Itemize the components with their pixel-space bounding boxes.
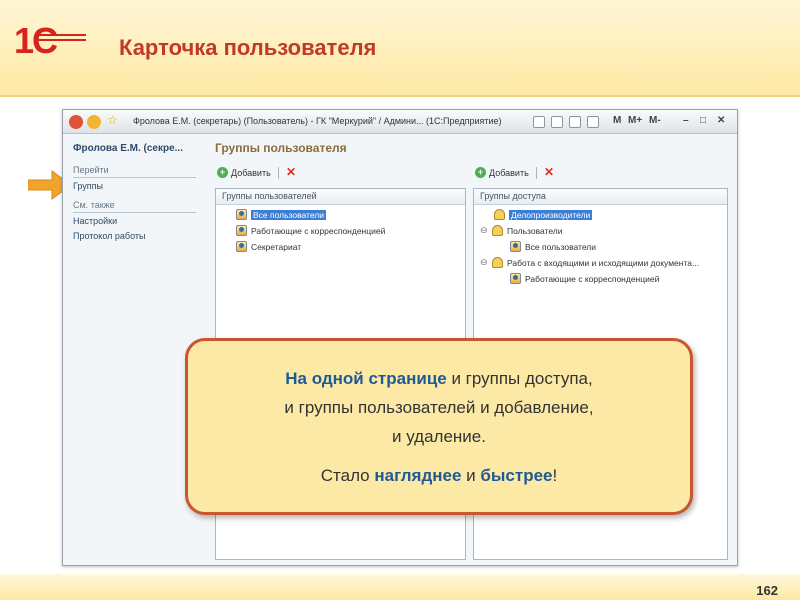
nav-link-groups[interactable]: Группы [73, 181, 103, 191]
slide-footer [0, 574, 800, 600]
panel-header: Группы доступа [474, 189, 727, 205]
callout-line-3: и удаление. [392, 427, 486, 446]
delete-icon[interactable]: ✕ [286, 165, 296, 179]
panel-header: Группы пользователей [216, 189, 465, 205]
tree-item[interactable]: ⊖ Работа с входящими и исходящими докуме… [480, 257, 699, 268]
nav-goto-header: Перейти [73, 165, 109, 175]
nav-divider [73, 212, 196, 213]
window-title: Фролова Е.М. (секретарь) (Пользователь) … [133, 116, 502, 126]
delete-icon[interactable]: ✕ [544, 165, 554, 179]
close-button[interactable]: ✕ [717, 115, 725, 126]
collapse-icon[interactable]: ⊖ [480, 225, 488, 236]
toolbar-icon-3[interactable] [569, 116, 581, 128]
memory-plus-button[interactable]: M+ [628, 115, 642, 126]
toolbar-icon-1[interactable] [533, 116, 545, 128]
callout-line-1: На одной странице и группы доступа, [285, 369, 593, 388]
list-item[interactable]: Секретариат [236, 241, 301, 252]
tree-item[interactable]: ⊖ Пользователи [480, 225, 562, 236]
add-label: Добавить [231, 167, 271, 178]
user-group-icon [510, 241, 521, 252]
user-group-icon [510, 273, 521, 284]
access-group-icon [492, 225, 503, 236]
nav-user-name: Фролова Е.М. (секре... [73, 143, 183, 154]
slide-title: Карточка пользователя [119, 35, 377, 60]
user-group-icon [236, 209, 247, 220]
slide-header: 1С Карточка пользователя [0, 0, 800, 97]
menu-icon[interactable] [87, 115, 101, 129]
tree-item[interactable]: Работающие с корреспонденцией [510, 273, 659, 284]
page-number: 162 [756, 583, 778, 598]
nav-see-also-header: См. также [73, 200, 115, 210]
list-item[interactable]: Работающие с корреспонденцией [236, 225, 385, 236]
toolbar-separator [278, 167, 279, 179]
tree-item[interactable]: Все пользователи [510, 241, 596, 252]
callout-line-4: Стало нагляднее и быстрее! [320, 466, 558, 485]
nav-link-protocol[interactable]: Протокол работы [73, 231, 145, 241]
add-label: Добавить [489, 167, 529, 178]
memory-minus-button[interactable]: M- [649, 115, 661, 126]
toolbar-icon-4[interactable] [587, 116, 599, 128]
toolbar-separator [536, 167, 537, 179]
add-icon: + [475, 167, 486, 178]
collapse-icon[interactable]: ⊖ [480, 257, 488, 268]
window-titlebar: ☆ Фролова Е.М. (секретарь) (Пользователь… [63, 110, 737, 134]
nav-link-settings[interactable]: Настройки [73, 216, 117, 226]
add-access-group-button[interactable]: + Добавить [475, 167, 529, 178]
add-icon: + [217, 167, 228, 178]
tree-item[interactable]: Делопроизводители [494, 209, 593, 220]
nav-divider [73, 177, 196, 178]
memory-button[interactable]: M [613, 115, 621, 126]
maximize-button[interactable]: □ [700, 115, 706, 126]
page-title: Группы пользователя [215, 141, 347, 155]
minimize-button[interactable]: – [683, 115, 689, 126]
user-group-icon [236, 225, 247, 236]
favorite-star-icon[interactable]: ☆ [107, 113, 121, 127]
user-group-icon [236, 241, 247, 252]
side-navigation: Фролова Е.М. (секре... Перейти Группы См… [63, 135, 206, 565]
logo-lines [38, 34, 86, 48]
access-group-icon [492, 257, 503, 268]
add-user-group-button[interactable]: + Добавить [217, 167, 271, 178]
callout-box: На одной странице и группы доступа, и гр… [185, 338, 693, 515]
access-group-icon [494, 209, 505, 220]
app-logo-icon[interactable] [69, 115, 83, 129]
toolbar-icon-2[interactable] [551, 116, 563, 128]
callout-line-2: и группы пользователей и добавление, [284, 398, 594, 417]
list-item[interactable]: Все пользователи [236, 209, 326, 220]
